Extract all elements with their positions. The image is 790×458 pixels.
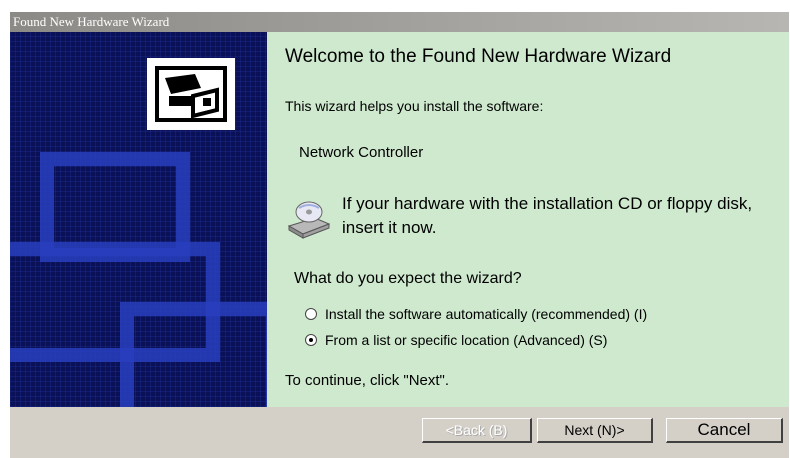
wizard-window: Found New Hardware Wizard Welcome to the…: [10, 12, 789, 458]
next-button[interactable]: Next (N)>: [537, 418, 653, 443]
radio-install-from-list[interactable]: From a list or specific location (Advanc…: [305, 330, 607, 350]
question-label: What do you expect the wizard?: [294, 270, 522, 287]
cd-drive-icon: [287, 201, 331, 239]
wizard-content: Welcome to the Found New Hardware Wizard…: [267, 32, 789, 407]
window-title: Found New Hardware Wizard: [10, 12, 789, 32]
radio-install-automatically[interactable]: Install the software automatically (reco…: [305, 304, 647, 324]
wizard-title: Welcome to the Found New Hardware Wizard: [285, 46, 672, 67]
radio-label: Install the software automatically (reco…: [325, 306, 648, 322]
radio-button[interactable]: [305, 308, 317, 320]
intro-text: This wizard helps you install the softwa…: [285, 98, 544, 114]
hardware-icon: [147, 58, 235, 130]
cd-prompt: If your hardware with the installation C…: [342, 194, 753, 237]
wizard-banner: [10, 32, 267, 407]
radio-button-selected[interactable]: [305, 334, 317, 346]
back-button[interactable]: <Back (B): [422, 418, 532, 443]
banner-shape: [120, 302, 267, 407]
continue-hint: To continue, click "Next".: [285, 372, 450, 389]
button-bar: <Back (B) Next (N)> Cancel: [10, 407, 789, 458]
cancel-button[interactable]: Cancel: [666, 418, 783, 443]
device-name: Network Controller: [299, 144, 424, 161]
radio-label: From a list or specific location (Advanc…: [325, 332, 608, 348]
